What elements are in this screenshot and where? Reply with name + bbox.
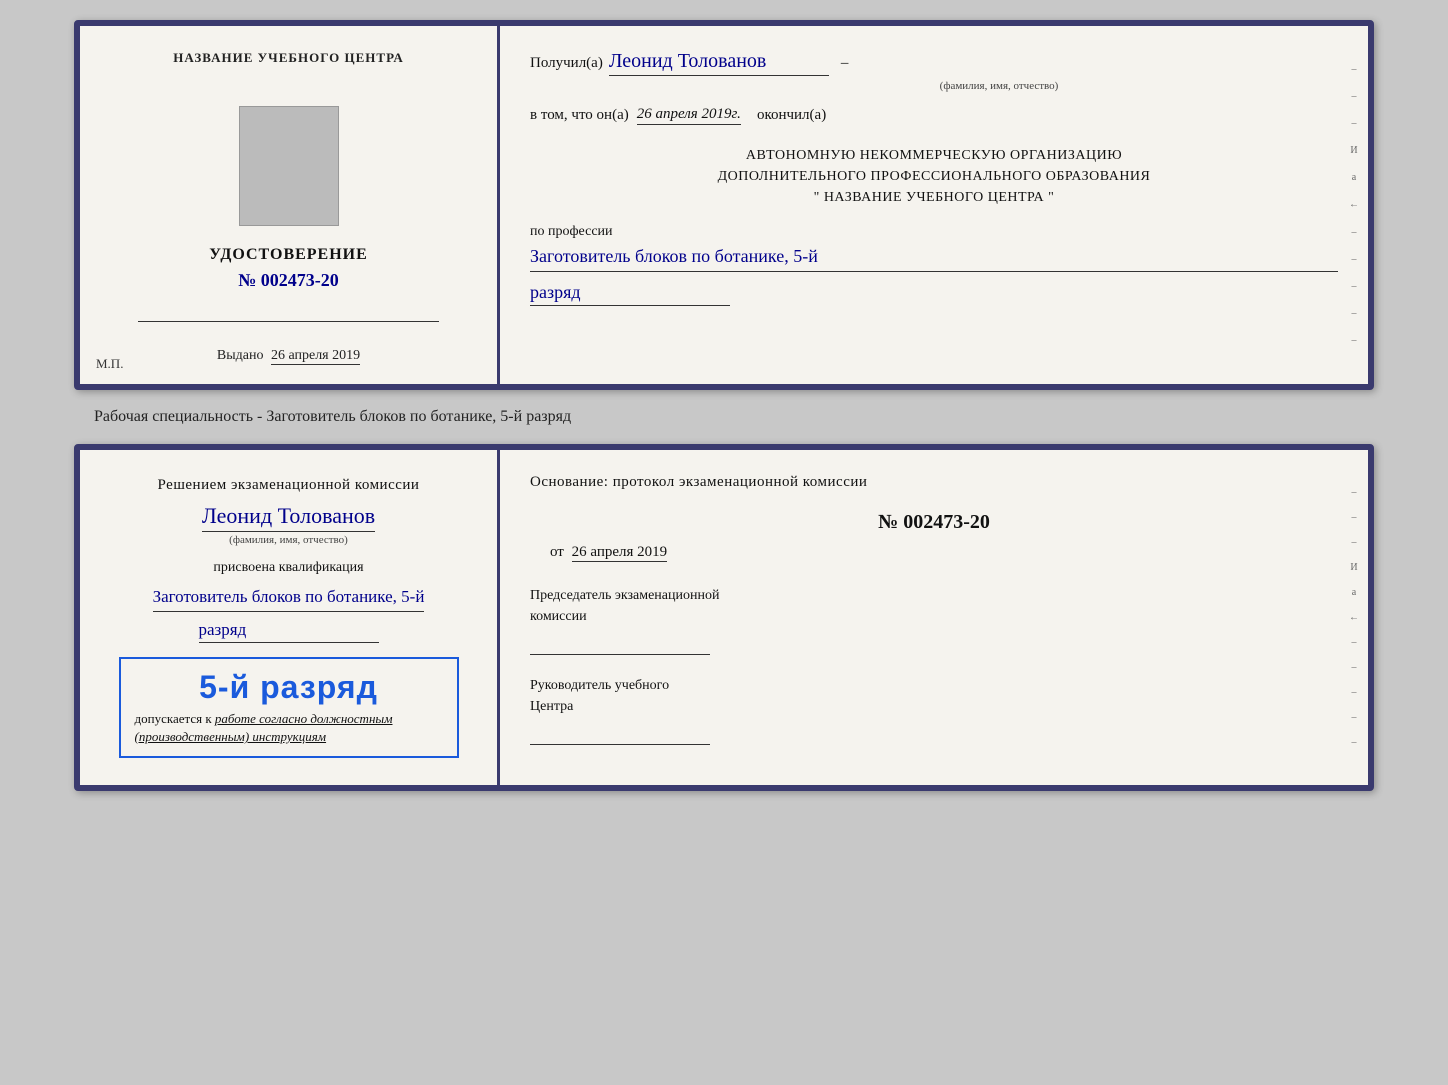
razryad-value-top: разряд [530,282,730,306]
side-char-b3: – [1352,537,1357,548]
side-char-8: – [1352,254,1357,265]
protocol-number: № 002473-20 [530,511,1338,534]
stamp-admit-end: (производственным) инструкциям [135,729,327,744]
cert-left-bottom: Решением экзаменационной комиссии Леонид… [80,450,500,785]
side-char-6: ← [1349,199,1359,210]
recipient-line: Получил(а) Леонид Толованов – [530,50,1338,76]
side-char-b2: – [1352,512,1357,523]
side-char-4: И [1350,145,1357,156]
recipient-name: Леонид Толованов [609,50,829,76]
cert-right-bottom: Основание: протокол экзаменационной коми… [500,450,1368,785]
right-edge-decorations: – – – И а ← – – – – – [1344,56,1364,354]
side-char-b10: – [1352,712,1357,723]
side-char-11: – [1352,335,1357,346]
stamp-admit: допускается к работе согласно должностны… [135,710,443,746]
chairman-line1: Председатель экзаменационной [530,585,1338,606]
razryad-bottom: разряд [199,620,379,643]
side-char-3: – [1352,118,1357,129]
chairman-block: Председатель экзаменационной комиссии [530,585,1338,655]
finished-label: окончил(а) [757,107,826,124]
side-char-b8: – [1352,662,1357,673]
issued-line: Выдано 26 апреля 2019 [217,348,360,364]
from-date-prefix: от [550,544,564,560]
org-line2: ДОПОЛНИТЕЛЬНОГО ПРОФЕССИОНАЛЬНОГО ОБРАЗО… [530,166,1338,187]
basis-heading: Основание: протокол экзаменационной коми… [530,474,1338,491]
director-signature-line [530,725,710,745]
side-char-10: – [1352,308,1357,319]
underline-divider-1 [138,321,440,322]
cert-number-prefix: № [238,270,256,290]
cert-right-top: Получил(а) Леонид Толованов – (фамилия, … [500,26,1368,384]
org-line1: АВТОНОМНУЮ НЕКОММЕРЧЕСКУЮ ОРГАНИЗАЦИЮ [530,145,1338,166]
org-block: АВТОНОМНУЮ НЕКОММЕРЧЕСКУЮ ОРГАНИЗАЦИЮ ДО… [530,145,1338,208]
stamp-admit-italic: работе согласно должностным [215,711,393,726]
chairman-title: Председатель экзаменационной комиссии [530,585,1338,627]
profession-label: по профессии [530,224,1338,240]
side-char-b1: – [1352,487,1357,498]
from-date-line: от 26 апреля 2019 [530,544,1338,561]
stamp-grade: 5-й разряд [135,669,443,706]
mp-label: М.П. [96,356,123,372]
chairman-signature-line [530,635,710,655]
chairman-line2: комиссии [530,606,1338,627]
blue-stamp-box: 5-й разряд допускается к работе согласно… [119,657,459,758]
side-char-b5: а [1352,587,1356,598]
side-char-b11: – [1352,737,1357,748]
cert-number-value: 002473-20 [261,270,339,290]
qualification-label: присвоена квалификация [213,560,363,576]
side-char-b6: ← [1349,612,1359,623]
profession-value: Заготовитель блоков по ботанике, 5-й [530,244,1338,272]
cert-number: № 002473-20 [238,270,339,291]
side-char-2: – [1352,91,1357,102]
director-line1: Руководитель учебного [530,675,1338,696]
commission-person-name: Леонид Толованов [202,503,375,532]
side-char-b7: – [1352,637,1357,648]
issued-label: Выдано [217,348,264,363]
side-char-7: – [1352,227,1357,238]
side-char-1: – [1352,64,1357,75]
right-edge-decorations-bottom: – – – И а ← – – – – – [1344,480,1364,755]
fio-label-bottom: (фамилия, имя, отчество) [229,534,348,546]
issued-date: 26 апреля 2019 [271,348,360,365]
bottom-certificate-card: Решением экзаменационной комиссии Леонид… [74,444,1374,791]
stamp-admit-prefix: допускается к [135,711,212,726]
from-date-value: 26 апреля 2019 [572,544,668,562]
top-certificate-card: НАЗВАНИЕ УЧЕБНОГО ЦЕНТРА УДОСТОВЕРЕНИЕ №… [74,20,1374,390]
qualification-value: Заготовитель блоков по ботанике, 5-й [153,584,425,613]
side-char-9: – [1352,281,1357,292]
side-char-b9: – [1352,687,1357,698]
description-line: Рабочая специальность - Заготовитель бло… [94,408,571,426]
director-line2: Центра [530,696,1338,717]
dash-after-name: – [841,55,849,72]
org-line3: " НАЗВАНИЕ УЧЕБНОГО ЦЕНТРА " [530,187,1338,208]
director-title: Руководитель учебного Центра [530,675,1338,717]
cert-title: УДОСТОВЕРЕНИЕ [209,246,368,264]
date-line: в том, что он(а) 26 апреля 2019г. окончи… [530,106,1338,125]
date-value: 26 апреля 2019г. [637,106,741,125]
training-center-label-top: НАЗВАНИЕ УЧЕБНОГО ЦЕНТРА [173,50,404,66]
side-char-b4: И [1350,562,1357,573]
commission-heading: Решением экзаменационной комиссии [158,474,420,497]
cert-left-top: НАЗВАНИЕ УЧЕБНОГО ЦЕНТРА УДОСТОВЕРЕНИЕ №… [80,26,500,384]
photo-placeholder [239,106,339,226]
director-block: Руководитель учебного Центра [530,675,1338,745]
side-char-5: а [1352,172,1356,183]
date-intro: в том, что он(а) [530,107,629,124]
fio-label-top: (фамилия, имя, отчество) [660,80,1338,92]
received-label: Получил(а) [530,55,603,72]
